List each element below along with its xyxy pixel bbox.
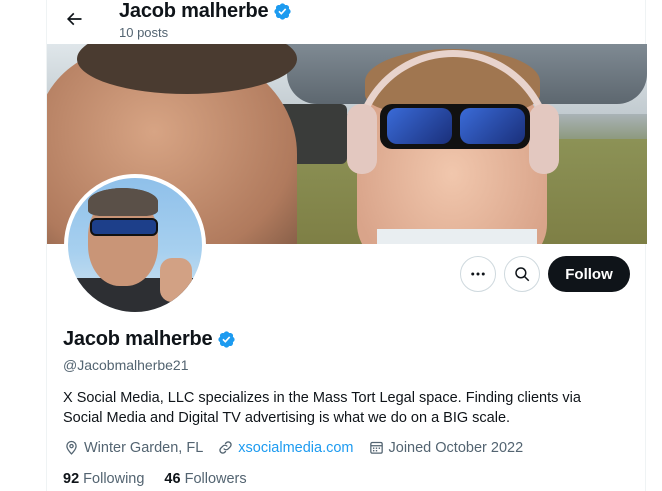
location-pin-icon [66,440,77,455]
following-label: Following [83,471,145,487]
arrow-left-icon [66,12,82,26]
back-button[interactable] [57,2,91,36]
profile-header-bar: Jacob malherbe 10 posts [47,0,647,44]
calendar-icon [369,441,383,454]
followers-link[interactable]: 46 Followers [164,471,246,487]
follow-stats: 92 Following 46 Followers [63,471,267,487]
website-item: xsocialmedia.com [217,439,354,456]
search-icon [515,267,530,282]
website-link[interactable]: xsocialmedia.com [238,440,353,456]
search-profile-button[interactable] [504,256,540,292]
header-name: Jacob malherbe [119,0,292,23]
follow-button[interactable]: Follow [548,256,630,292]
joined-item: Joined October 2022 [368,439,524,456]
user-handle: @Jacobmalherbe21 [63,357,189,373]
followers-label: Followers [184,471,247,487]
location-item: Winter Garden, FL [63,439,203,456]
avatar[interactable] [64,174,206,316]
followers-count: 46 [164,471,181,487]
verified-badge-icon[interactable] [217,330,236,349]
verified-badge-icon[interactable] [273,2,292,21]
display-name: Jacob malherbe [63,328,236,351]
location-text: Winter Garden, FL [84,439,204,456]
more-button[interactable] [460,256,496,292]
profile-column: Jacob malherbe 10 posts Follow Jacob mal… [46,0,647,491]
profile-bio: X Social Media, LLC specializes in the M… [63,390,581,426]
following-count: 92 [63,471,80,487]
more-horizontal-icon [471,272,485,276]
profile-meta: Winter Garden, FL xsocialmedia.com Joine… [63,439,537,456]
header-name-text: Jacob malherbe [119,0,269,22]
display-name-text: Jacob malherbe [63,328,213,350]
following-link[interactable]: 92 Following [63,471,144,487]
post-count: 10 posts [119,25,169,40]
link-icon [219,441,232,454]
joined-text: Joined October 2022 [388,439,524,456]
